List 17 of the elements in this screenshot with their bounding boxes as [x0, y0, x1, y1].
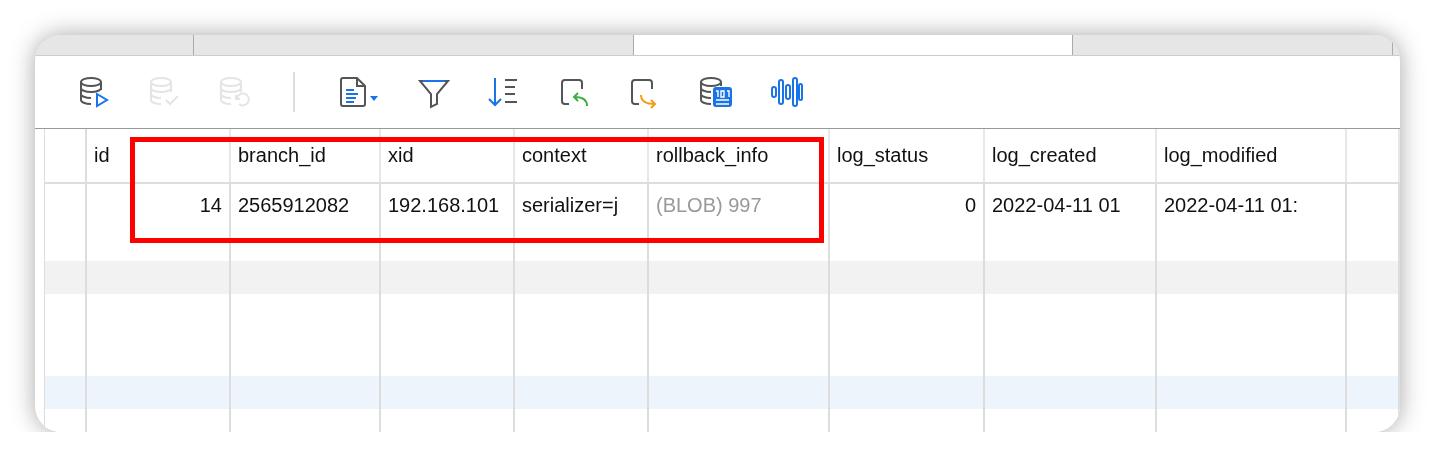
column-header[interactable]: xid [381, 129, 515, 182]
table-cell: 2565912082 [231, 184, 381, 241]
database-play-icon[interactable] [77, 75, 111, 109]
waveform-icon[interactable] [769, 75, 803, 109]
column-header[interactable]: id [87, 129, 231, 182]
column-header[interactable]: branch_id [231, 129, 381, 182]
column-header[interactable]: rollback_info [649, 129, 830, 182]
column-header[interactable]: log_modified [1157, 129, 1347, 182]
table-cell: (BLOB) 997 [649, 184, 830, 241]
column-header[interactable]: context [515, 129, 649, 182]
database-binary-icon[interactable] [697, 75, 733, 109]
table-cell: serializer=j [515, 184, 649, 241]
column-header[interactable]: log_status [830, 129, 985, 182]
column-header[interactable]: log_created [985, 129, 1157, 182]
table-cell: 192.168.101 [381, 184, 515, 241]
row-number-cell [44, 409, 87, 432]
document-icon[interactable] [337, 75, 381, 109]
